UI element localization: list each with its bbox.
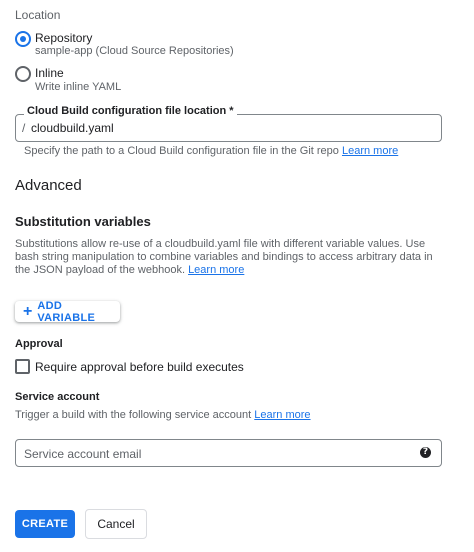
add-variable-button[interactable]: + ADD VARIABLE bbox=[15, 299, 120, 324]
radio-subtitle-repository: sample-app (Cloud Source Repositories) bbox=[35, 45, 234, 57]
service-account-email-field[interactable]: Service account email ? bbox=[15, 439, 442, 467]
service-account-description-text: Trigger a build with the following servi… bbox=[15, 409, 252, 421]
radio-title-repository: Repository bbox=[35, 31, 93, 45]
help-icon[interactable]: ? bbox=[420, 447, 431, 458]
config-file-field[interactable]: / cloudbuild.yaml bbox=[15, 114, 442, 142]
substitution-learn-more-link[interactable]: Learn more bbox=[188, 264, 244, 276]
service-account-learn-more-link[interactable]: Learn more bbox=[254, 409, 310, 421]
approval-heading: Approval bbox=[15, 338, 63, 350]
radio-button-inline[interactable] bbox=[15, 66, 31, 82]
service-account-description: Trigger a build with the following servi… bbox=[15, 409, 311, 422]
radio-title-inline: Inline bbox=[35, 66, 64, 80]
trigger-form: Location Repository sample-app (Cloud So… bbox=[0, 0, 474, 552]
require-approval-checkbox[interactable] bbox=[15, 359, 30, 374]
radio-button-repository[interactable] bbox=[15, 31, 31, 47]
service-account-email-input[interactable]: Service account email bbox=[24, 447, 141, 461]
config-file-helper: Specify the path to a Cloud Build config… bbox=[24, 145, 398, 157]
create-button[interactable]: CREATE bbox=[15, 510, 75, 538]
radio-option-repository[interactable]: Repository sample-app (Cloud Source Repo… bbox=[15, 30, 315, 60]
substitution-variables-heading: Substitution variables bbox=[15, 214, 151, 229]
require-approval-label: Require approval before build executes bbox=[35, 360, 244, 374]
add-variable-label: ADD VARIABLE bbox=[37, 299, 96, 324]
config-file-input[interactable]: cloudbuild.yaml bbox=[31, 121, 114, 135]
config-file-helper-text: Specify the path to a Cloud Build config… bbox=[24, 145, 339, 157]
radio-subtitle-inline: Write inline YAML bbox=[35, 81, 122, 93]
location-label: Location bbox=[15, 8, 61, 22]
config-file-label: Cloud Build configuration file location … bbox=[24, 105, 237, 117]
plus-icon: + bbox=[23, 302, 33, 320]
config-file-learn-more-link[interactable]: Learn more bbox=[342, 145, 398, 157]
cancel-button[interactable]: Cancel bbox=[85, 509, 147, 539]
service-account-heading: Service account bbox=[15, 391, 100, 403]
substitution-variables-description: Substitutions allow re-use of a cloudbui… bbox=[15, 238, 450, 277]
config-file-prefix: / bbox=[22, 121, 26, 135]
advanced-heading: Advanced bbox=[15, 177, 82, 194]
radio-option-inline[interactable]: Inline Write inline YAML bbox=[15, 65, 315, 95]
